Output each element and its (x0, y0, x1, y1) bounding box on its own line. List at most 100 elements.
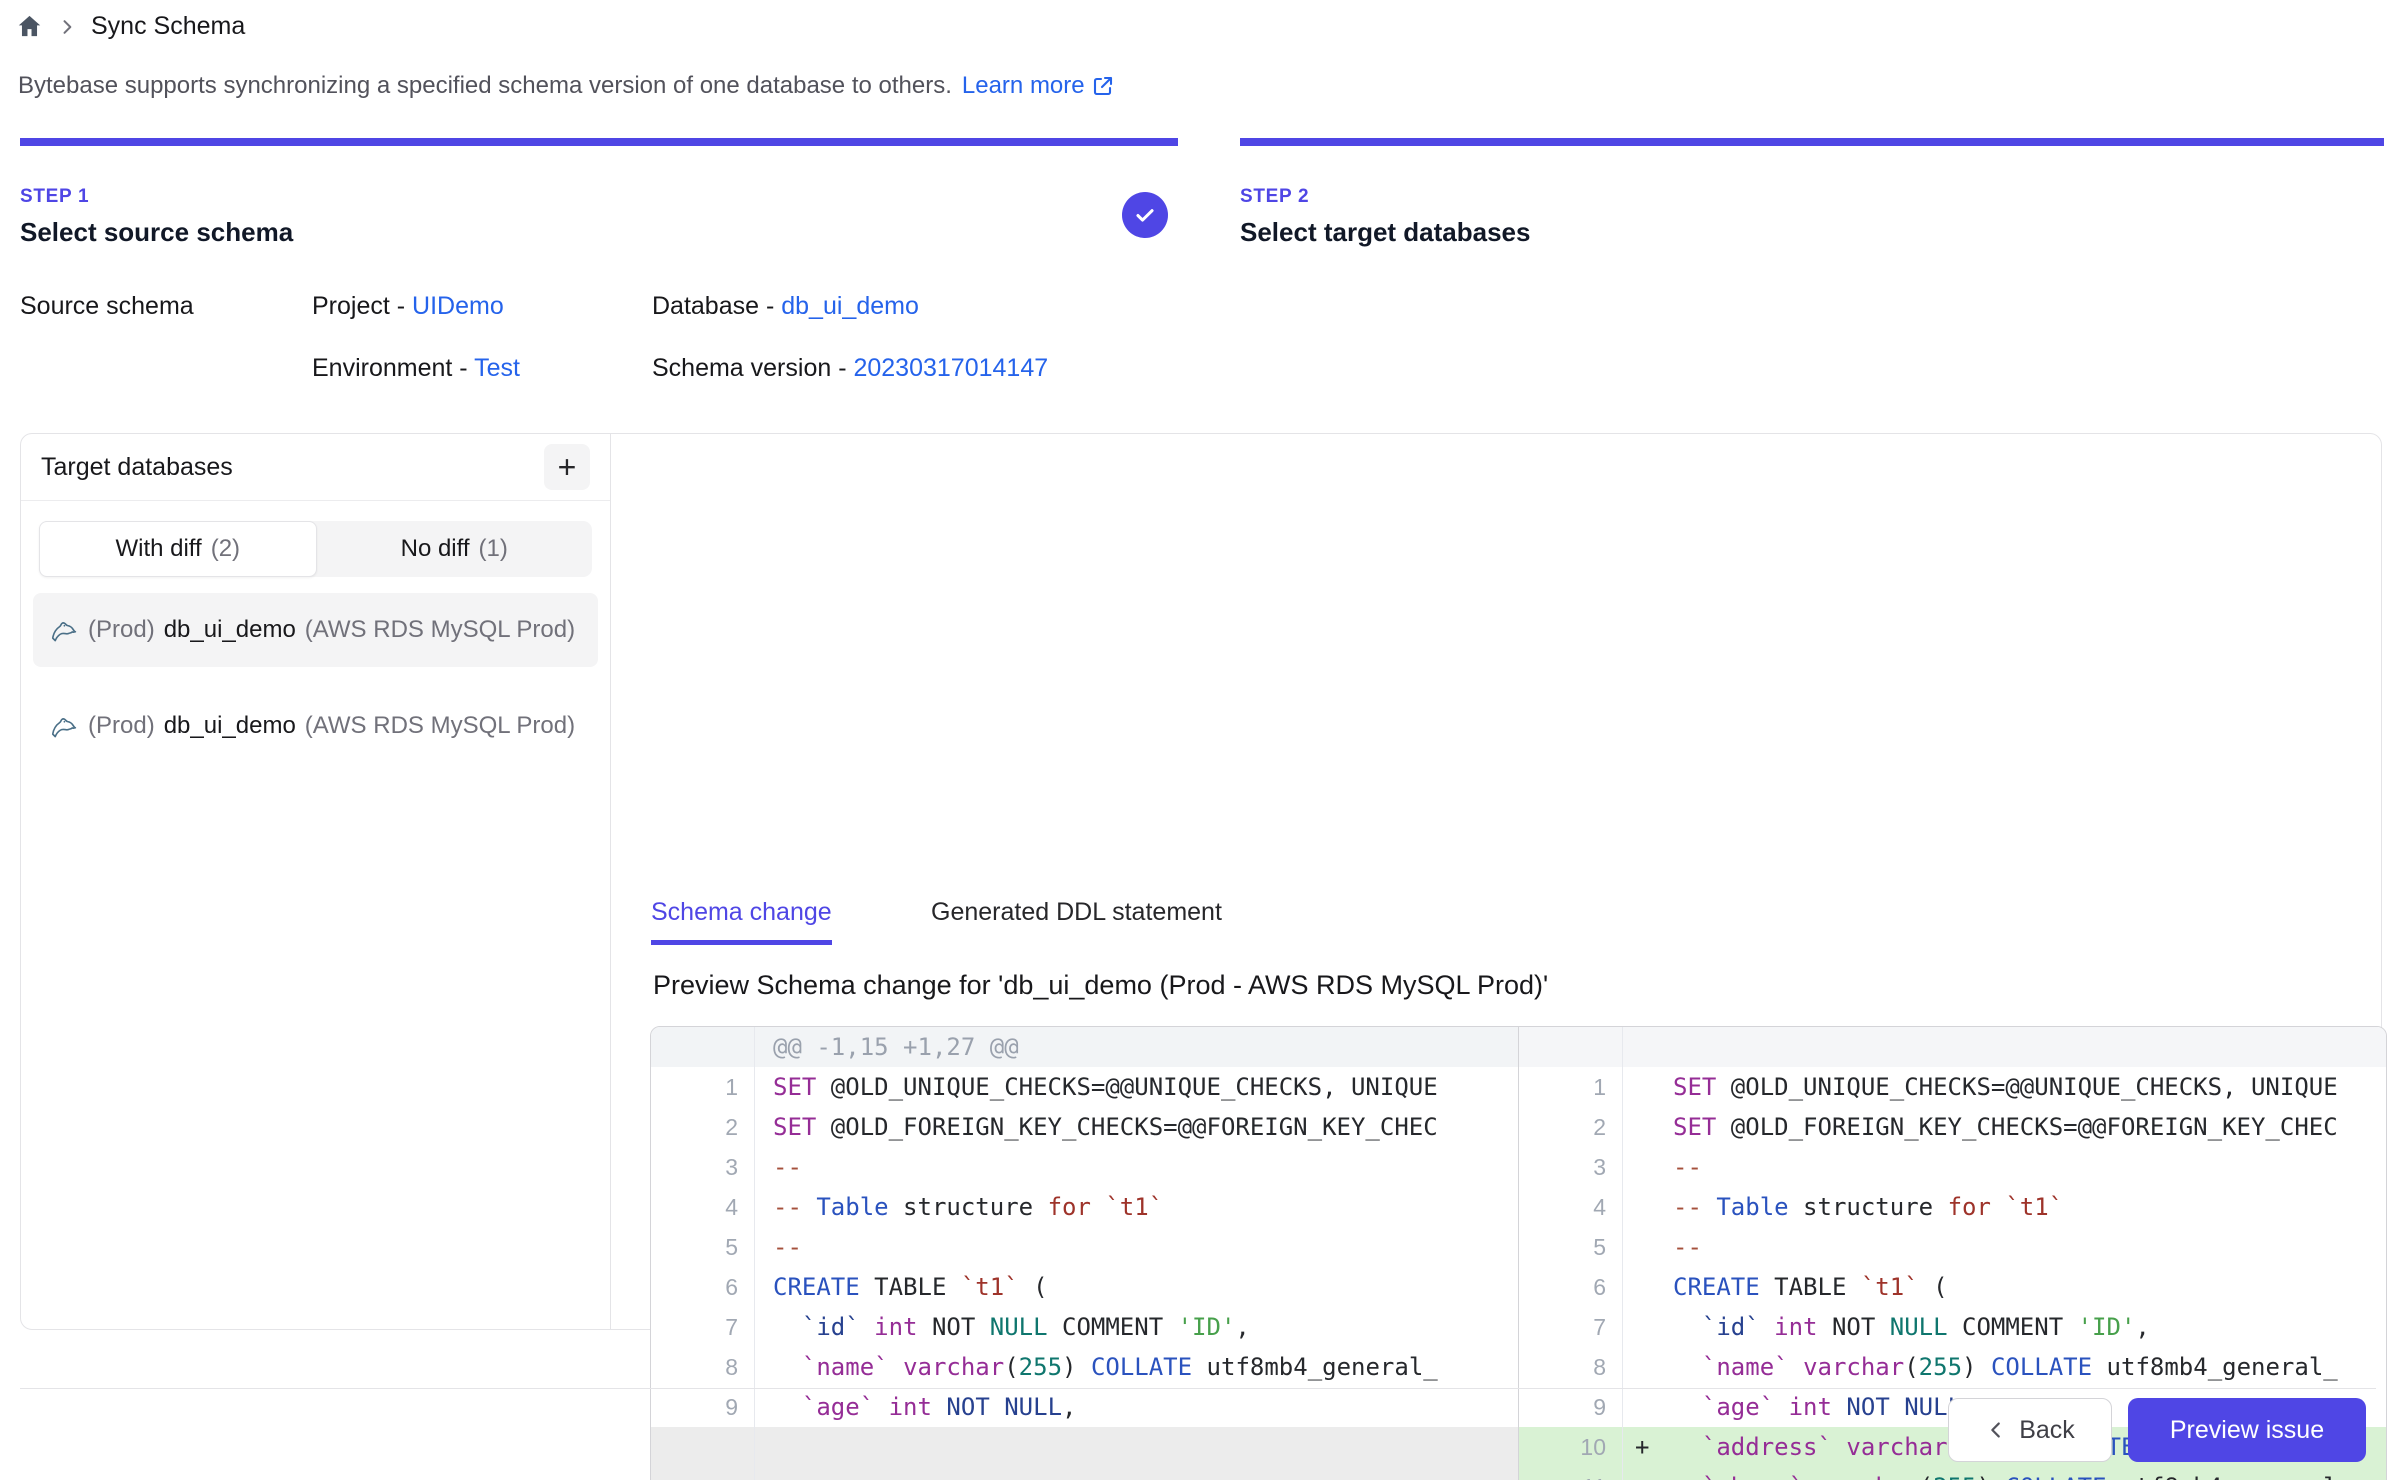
line-number (651, 1427, 755, 1467)
diff-line-left: 5-- (651, 1227, 1518, 1267)
code-text: CREATE TABLE `t1` ( (1673, 1267, 2386, 1307)
target-panel-header: Target databases + (21, 434, 610, 501)
no-diff-count: (1) (479, 535, 508, 563)
diff-add-marker (1623, 1187, 1673, 1227)
breadcrumb-chevron-icon (57, 17, 77, 37)
target-database-item[interactable]: (Prod) db_ui_demo (AWS RDS MySQL Prod) (33, 689, 598, 763)
code-text: `name` varchar(255) COLLATE utf8mb4_gene… (1673, 1347, 2386, 1387)
environment-link[interactable]: Test (474, 354, 520, 382)
environment-prefix: (Prod) (88, 616, 155, 644)
back-button[interactable]: Back (1948, 1398, 2112, 1462)
code-text: @@ -1,15 +1,27 @@ (755, 1027, 1518, 1067)
preview-title: Preview Schema change for 'db_ui_demo (P… (653, 970, 1548, 1001)
code-text: -- (1673, 1147, 2386, 1187)
chevron-left-icon (1985, 1419, 2007, 1441)
diff-line-left: 1SET @OLD_UNIQUE_CHECKS=@@UNIQUE_CHECKS,… (651, 1067, 1518, 1107)
line-number (651, 1027, 755, 1067)
filter-no-diff[interactable]: No diff (1) (317, 521, 593, 577)
diff-add-marker (1623, 1107, 1673, 1147)
line-number: 3 (1519, 1147, 1623, 1187)
diff-add-marker (1623, 1387, 1673, 1427)
code-text: -- Table structure for `t1` (755, 1187, 1518, 1227)
add-target-database-button[interactable]: + (544, 444, 590, 490)
with-diff-count: (2) (211, 535, 240, 563)
diff-add-marker (1623, 1147, 1673, 1187)
step2: STEP 2 Select target databases (1240, 186, 1530, 248)
project-link[interactable]: UIDemo (412, 292, 504, 320)
code-text (755, 1467, 1518, 1480)
filter-with-diff[interactable]: With diff (2) (39, 521, 317, 577)
source-project: Project - UIDemo (312, 292, 652, 321)
diff-line-left: 7 `id` int NOT NULL COMMENT 'ID', (651, 1307, 1518, 1347)
sync-schema-page: Sync Schema Bytebase supports synchroniz… (0, 0, 2396, 1480)
diff-add-marker (1623, 1067, 1673, 1107)
code-text: `phone` varchar(255) COLLATE utf8mb4_gen… (1673, 1467, 2386, 1480)
plus-icon: + (558, 451, 577, 483)
code-text: SET @OLD_FOREIGN_KEY_CHECKS=@@FOREIGN_KE… (755, 1107, 1518, 1147)
diff-line-left: 4-- Table structure for `t1` (651, 1187, 1518, 1227)
step2-progress-bar (1240, 138, 2384, 146)
diff-add-marker (1623, 1267, 1673, 1307)
diff-line-right (1519, 1027, 2386, 1067)
page-title: Sync Schema (91, 12, 245, 41)
check-icon (1132, 202, 1158, 228)
source-schema-details: Project - UIDemo Database - db_ui_demo E… (312, 292, 1048, 383)
home-icon[interactable] (16, 13, 43, 40)
diff-add-marker (1623, 1347, 1673, 1387)
tab-schema-change[interactable]: Schema change (651, 898, 832, 945)
code-text: `id` int NOT NULL COMMENT 'ID', (1673, 1307, 2386, 1347)
target-databases-panel: Target databases + With diff (2) No diff… (21, 434, 611, 1329)
diff-line-left: @@ -1,15 +1,27 @@ (651, 1027, 1518, 1067)
footer-divider (20, 1388, 2376, 1389)
line-number: 8 (651, 1347, 755, 1387)
code-text: SET @OLD_UNIQUE_CHECKS=@@UNIQUE_CHECKS, … (755, 1067, 1518, 1107)
target-database-item[interactable]: (Prod)db_ui_demo(AWS RDS MySQL Prod) (33, 593, 598, 667)
diff-filter-segmented-control: With diff (2) No diff (1) (39, 521, 592, 577)
line-number: 9 (651, 1387, 755, 1427)
source-schema-label: Source schema (20, 292, 194, 321)
code-text: `id` int NOT NULL COMMENT 'ID', (755, 1307, 1518, 1347)
description-text: Bytebase supports synchronizing a specif… (18, 72, 952, 100)
diff-line-right: 7 `id` int NOT NULL COMMENT 'ID', (1519, 1307, 2386, 1347)
tab-generated-ddl[interactable]: Generated DDL statement (931, 898, 1222, 927)
step1: STEP 1 Select source schema (20, 186, 293, 248)
code-text (755, 1427, 1518, 1467)
diff-line-left: 3-- (651, 1147, 1518, 1187)
schema-version-link[interactable]: 20230317014147 (853, 354, 1048, 382)
line-number: 7 (651, 1307, 755, 1347)
diff-line-right: 2SET @OLD_FOREIGN_KEY_CHECKS=@@FOREIGN_K… (1519, 1107, 2386, 1147)
diff-line-right: 8 `name` varchar(255) COLLATE utf8mb4_ge… (1519, 1347, 2386, 1387)
line-number: 1 (1519, 1067, 1623, 1107)
code-text: -- (755, 1147, 1518, 1187)
instance-name: (AWS RDS MySQL Prod) (305, 712, 582, 740)
code-text (1673, 1027, 2386, 1067)
diff-line-right: 6CREATE TABLE `t1` ( (1519, 1267, 2386, 1307)
line-number: 11 (1519, 1467, 1623, 1480)
diff-line-right: 11+ `phone` varchar(255) COLLATE utf8mb4… (1519, 1467, 2386, 1480)
environment-prefix: (Prod) (88, 712, 155, 740)
step2-title: Select target databases (1240, 217, 1530, 248)
mysql-icon (49, 615, 79, 645)
line-number: 9 (1519, 1387, 1623, 1427)
database-link[interactable]: db_ui_demo (781, 292, 919, 320)
diff-line-left (651, 1427, 1518, 1467)
step2-label: STEP 2 (1240, 186, 1530, 208)
diff-line-left (651, 1467, 1518, 1480)
learn-more-link[interactable]: Learn more (962, 72, 1115, 100)
database-name: db_ui_demo (164, 712, 296, 740)
source-environment: Environment - Test (312, 354, 652, 383)
code-text: -- Table structure for `t1` (1673, 1187, 2386, 1227)
code-text: `name` varchar(255) COLLATE utf8mb4_gene… (755, 1347, 1518, 1387)
breadcrumb: Sync Schema (16, 12, 245, 41)
code-text: -- (1673, 1227, 2386, 1267)
source-schema-version: Schema version - 20230317014147 (652, 354, 1048, 383)
preview-issue-button[interactable]: Preview issue (2128, 1398, 2366, 1462)
diff-line-left: 6CREATE TABLE `t1` ( (651, 1267, 1518, 1307)
diff-add-marker (1623, 1027, 1673, 1067)
external-link-icon (1091, 74, 1115, 98)
code-text: SET @OLD_UNIQUE_CHECKS=@@UNIQUE_CHECKS, … (1673, 1067, 2386, 1107)
diff-line-right: 3 -- (1519, 1147, 2386, 1187)
diff-line-left: 9 `age` int NOT NULL, (651, 1387, 1518, 1427)
line-number: 1 (651, 1067, 755, 1107)
schema-diff-viewer[interactable]: @@ -1,15 +1,27 @@1SET @OLD_UNIQUE_CHECKS… (650, 1026, 2387, 1480)
